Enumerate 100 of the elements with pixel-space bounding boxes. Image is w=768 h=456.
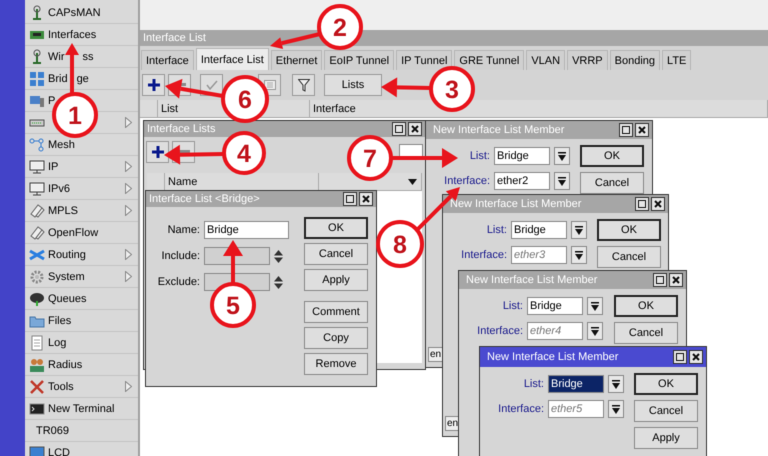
dropdown-button[interactable] xyxy=(608,375,624,393)
field-label: Interface: xyxy=(443,175,490,187)
list-field[interactable]: Bridge xyxy=(527,297,583,315)
interface-field[interactable]: ether3 xyxy=(511,246,567,264)
maximize-button[interactable] xyxy=(653,273,667,287)
dropdown-button[interactable] xyxy=(608,400,624,418)
field-label: List: xyxy=(486,224,507,236)
dropdown-button[interactable] xyxy=(587,322,603,340)
updown-icon xyxy=(274,250,283,262)
tab[interactable]: GRE Tunnel xyxy=(454,50,524,70)
menu-item[interactable]: System xyxy=(25,266,138,288)
dialog-button[interactable]: Cancel xyxy=(597,246,661,268)
field-label: Interface: xyxy=(497,403,544,415)
menu-item[interactable]: Interfaces xyxy=(25,24,138,46)
dialog-button[interactable]: Cancel xyxy=(304,243,368,265)
dialog-button[interactable]: OK xyxy=(634,373,698,395)
tab[interactable]: VLAN xyxy=(526,50,566,70)
list-field[interactable]: Bridge xyxy=(511,221,567,239)
tab[interactable]: LTE xyxy=(662,50,692,70)
field-label: List: xyxy=(522,378,544,390)
menu-item[interactable]: Routing xyxy=(25,244,138,266)
tag-icon xyxy=(29,224,45,240)
people-icon xyxy=(29,356,45,372)
menu-item[interactable]: LCD xyxy=(25,442,138,456)
menu-item[interactable]: IPv6 xyxy=(25,178,138,200)
gear-icon xyxy=(29,268,45,284)
monitor-icon xyxy=(29,180,45,196)
dialog-button[interactable]: Cancel xyxy=(634,400,698,422)
dialog-button[interactable]: Cancel xyxy=(580,172,644,194)
menu-item[interactable]: New Terminal xyxy=(25,398,138,420)
menu-item[interactable]: CAPsMAN xyxy=(25,2,138,24)
filter-icon xyxy=(298,78,310,92)
close-button[interactable] xyxy=(635,123,649,137)
close-button[interactable] xyxy=(651,197,665,211)
menu-item[interactable]: Brid ge xyxy=(25,68,138,90)
maximize-button[interactable] xyxy=(392,122,406,136)
dialog-button[interactable]: OK xyxy=(614,295,678,317)
tab[interactable]: VRRP xyxy=(567,50,608,70)
dialog-button[interactable]: OK xyxy=(580,145,644,167)
dialog-button[interactable]: Cancel xyxy=(614,322,678,344)
interface-field[interactable]: ether4 xyxy=(527,322,583,340)
close-button[interactable] xyxy=(689,350,703,364)
terminal-icon xyxy=(29,400,45,416)
field-label: Interface: xyxy=(460,249,507,261)
add-button[interactable] xyxy=(142,74,165,96)
window-title: Interface List <Bridge> xyxy=(149,193,260,205)
dialog-button[interactable]: Comment xyxy=(304,301,368,323)
tab[interactable]: Interface List xyxy=(196,48,269,70)
dropdown-icon xyxy=(575,226,583,234)
lists-button[interactable]: Lists xyxy=(324,74,382,96)
dialog-button[interactable]: OK xyxy=(597,219,661,241)
maximize-button[interactable] xyxy=(343,192,357,206)
close-button[interactable] xyxy=(408,122,422,136)
list-field[interactable]: Bridge xyxy=(548,375,604,393)
menu-item[interactable]: Tools xyxy=(25,376,138,398)
list-field[interactable]: Bridge xyxy=(494,147,550,165)
dropdown-button[interactable] xyxy=(587,297,603,315)
tab[interactable]: Bonding xyxy=(610,50,660,70)
maximize-button[interactable] xyxy=(619,123,633,137)
menu-item[interactable]: IP xyxy=(25,156,138,178)
dialog-button[interactable]: Apply xyxy=(304,269,368,291)
field-label: Interface: xyxy=(476,325,523,337)
tab[interactable]: EoIP Tunnel xyxy=(324,50,394,70)
dropdown-button[interactable] xyxy=(571,246,587,264)
close-button[interactable] xyxy=(669,273,683,287)
tab[interactable]: Ethernet xyxy=(270,50,322,70)
add-button[interactable] xyxy=(146,141,169,163)
menu-item[interactable]: Log xyxy=(25,332,138,354)
mesh-icon xyxy=(29,136,45,152)
menu-item[interactable]: Radius xyxy=(25,354,138,376)
maximize-button[interactable] xyxy=(635,197,649,211)
filter-button[interactable] xyxy=(292,74,315,96)
annotation-arrow xyxy=(223,240,243,284)
dialog-button[interactable]: Remove xyxy=(304,353,368,375)
tab[interactable]: Interface xyxy=(141,50,194,70)
interface-field[interactable]: ether5 xyxy=(548,400,604,418)
close-button[interactable] xyxy=(359,192,373,206)
menu-item[interactable]: Files xyxy=(25,310,138,332)
menu-item[interactable]: TR069 xyxy=(25,420,138,442)
interface-field[interactable]: ether2 xyxy=(494,172,550,190)
dropdown-button[interactable] xyxy=(554,172,570,190)
document-icon xyxy=(29,334,45,350)
dropdown-icon xyxy=(558,176,566,186)
dialog-button[interactable]: Apply xyxy=(634,427,698,449)
dropdown-button[interactable] xyxy=(554,147,570,165)
field-label: Include: xyxy=(160,250,200,262)
dropdown-icon xyxy=(558,152,566,160)
menu-item[interactable]: OpenFlow xyxy=(25,222,138,244)
annotation-arrow xyxy=(381,77,432,98)
name-field[interactable]: Bridge xyxy=(204,221,289,239)
maximize-button[interactable] xyxy=(673,350,687,364)
dialog-button[interactable]: Copy xyxy=(304,327,368,349)
dropdown-icon xyxy=(612,380,620,388)
menu-item[interactable]: MPLS xyxy=(25,200,138,222)
dropdown-button[interactable] xyxy=(571,221,587,239)
window-title: New Interface List Member xyxy=(487,351,618,363)
annotation-arrow xyxy=(164,144,224,165)
menu-item[interactable]: Queues xyxy=(25,288,138,310)
dialog-button[interactable]: OK xyxy=(304,217,368,239)
tab[interactable]: IP Tunnel xyxy=(396,50,452,70)
